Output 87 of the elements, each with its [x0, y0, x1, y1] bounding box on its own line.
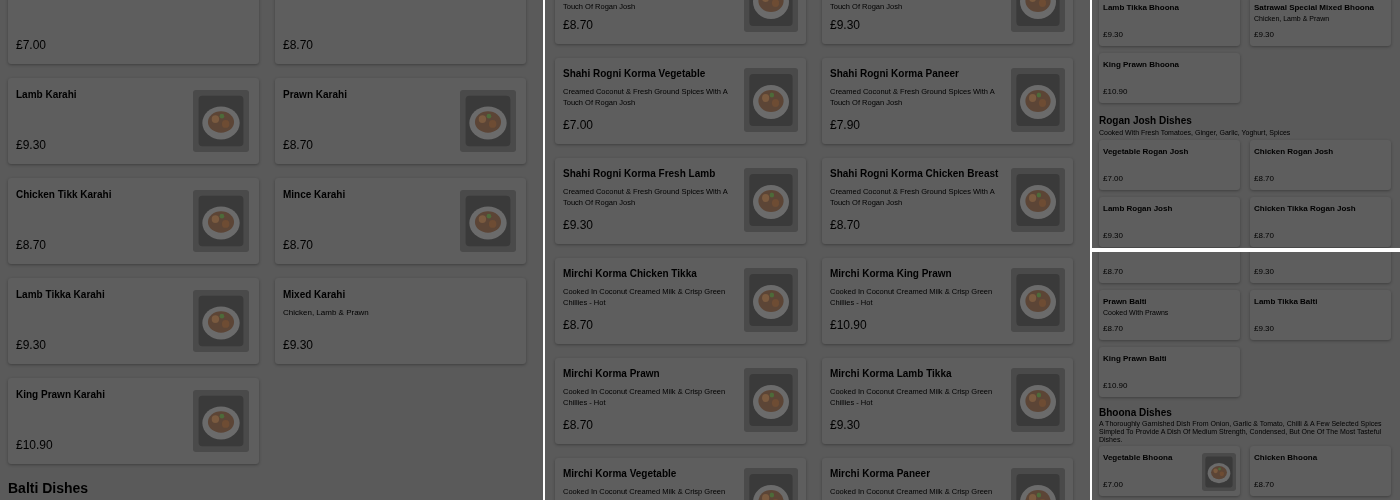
item-price: £8.70	[563, 417, 595, 434]
item-price: £10.90	[1103, 86, 1129, 98]
item-name: Mince Karahi	[283, 188, 347, 202]
item-name: Lamb Tikka Karahi	[16, 288, 106, 302]
item-name: King Prawn Karahi	[16, 388, 106, 402]
item-name: Lamb Tikka Bhoona	[1103, 2, 1180, 14]
item-name: Prawn Balti	[1103, 296, 1148, 308]
section-heading: Bhoona Dishes	[1099, 406, 1173, 420]
item-price: £9.30	[16, 337, 48, 354]
item-name: Vegetable Bhoona	[1103, 452, 1174, 464]
item-name: Chicken Rogan Josh	[1254, 146, 1335, 158]
item-price: £8.70	[16, 237, 48, 254]
menu-item-card[interactable]: Mixed Karahi Chicken, Lamb & Prawn £9.30	[275, 278, 526, 364]
item-price: £7.00	[563, 117, 595, 134]
menu-item-card[interactable]: Vegetable Rogan Josh £7.00	[1099, 140, 1240, 190]
item-name: Chicken Tikk Karahi	[16, 188, 113, 202]
item-price: £7.00	[1103, 173, 1125, 185]
menu-item-card[interactable]: King Prawn Balti £10.90	[1099, 347, 1240, 397]
item-description: Chicken, Lamb & Prawn	[283, 307, 370, 318]
menu-item-card[interactable]: King Prawn Karahi £10.90	[8, 378, 259, 464]
item-price: £9.30	[1254, 323, 1276, 335]
menu-item-card[interactable]: Lamb Karahi £9.30	[8, 78, 259, 164]
item-price: £9.30	[283, 337, 315, 354]
menu-item-card[interactable]: £7.00	[8, 0, 259, 64]
item-price: £9.30	[1103, 230, 1125, 242]
section-heading: Rogan Josh Dishes	[1099, 114, 1193, 128]
item-price: £9.30	[16, 137, 48, 154]
item-price: £8.70	[283, 37, 315, 54]
menu-item-card[interactable]: Chicken Rogan Josh £8.70	[1250, 140, 1391, 190]
menu-item-card[interactable]: King Prawn Bhoona £10.90	[1099, 53, 1240, 103]
item-name: Prawn Karahi	[283, 88, 348, 102]
item-price: £8.70	[1254, 479, 1276, 491]
menu-item-card[interactable]: Lamb Tikka Balti £9.30	[1250, 290, 1391, 340]
item-price: £10.90	[1103, 380, 1129, 392]
menu-item-card[interactable]: Chicken Tikk Karahi £8.70	[8, 178, 259, 264]
item-price: £9.30	[1254, 29, 1276, 41]
item-name: Mirchi Korma Paneer	[830, 467, 932, 481]
item-price: £9.30	[1254, 266, 1276, 278]
item-name: Shahi Rogni Korma Vegetable	[563, 67, 707, 81]
item-price: £8.70	[283, 237, 315, 254]
item-price: £8.70	[1254, 230, 1276, 242]
menu-item-card[interactable]: £8.70	[1099, 252, 1240, 283]
item-name: Chicken Tikka Rogan Josh	[1254, 203, 1357, 215]
item-name: Shahi Rogni Korma Paneer	[830, 67, 960, 81]
menu-item-card[interactable]: Mince Karahi £8.70	[275, 178, 526, 264]
item-name: Lamb Tikka Balti	[1254, 296, 1319, 308]
item-price: £7.90	[830, 117, 862, 134]
item-name: Mirchi Korma King Prawn	[830, 267, 953, 281]
menu-item-card[interactable]: Chicken Tikka Rogan Josh £8.70	[1250, 197, 1391, 247]
item-price: £9.30	[830, 17, 862, 34]
menu-item-card[interactable]: £9.30	[1250, 252, 1391, 283]
menu-item-card[interactable]: Lamb Rogan Josh £9.30	[1099, 197, 1240, 247]
item-price: £7.00	[1103, 479, 1125, 491]
item-name: Lamb Rogan Josh	[1103, 203, 1174, 215]
item-name: Mixed Karahi	[283, 288, 347, 302]
item-name: King Prawn Bhoona	[1103, 59, 1180, 71]
menu-item-card[interactable]: Lamb Tikka Bhoona £9.30	[1099, 0, 1240, 46]
item-price: £8.70	[1103, 266, 1125, 278]
item-price: £9.30	[830, 417, 862, 434]
item-price: £8.70	[830, 217, 862, 234]
menu-item-card[interactable]: £8.70	[275, 0, 526, 64]
item-name: Shahi Rogni Korma Chicken Breast	[830, 167, 1000, 181]
item-price: £9.30	[563, 217, 595, 234]
menu-item-card[interactable]: Chicken Bhoona £8.70	[1250, 446, 1391, 496]
item-price: £8.70	[283, 137, 315, 154]
item-name: Vegetable Rogan Josh	[1103, 146, 1190, 158]
item-name: Mirchi Korma Lamb Tikka	[830, 367, 953, 381]
menu-item-card[interactable]: Prawn Karahi £8.70	[275, 78, 526, 164]
menu-item-card[interactable]: Lamb Tikka Karahi £9.30	[8, 278, 259, 364]
item-name: Mirchi Korma Chicken Tikka	[563, 267, 698, 281]
item-name: Mirchi Korma Vegetable	[563, 467, 678, 481]
item-name: Satrawal Special Mixed Bhoona	[1254, 2, 1376, 14]
item-name: King Prawn Balti	[1103, 353, 1168, 365]
item-price: £8.70	[1103, 323, 1125, 335]
item-name: Lamb Karahi	[16, 88, 78, 102]
section-heading: Balti Dishes	[8, 480, 90, 496]
item-price: £8.70	[1254, 173, 1276, 185]
item-name: Chicken Bhoona	[1254, 452, 1319, 464]
item-price: £10.90	[16, 437, 54, 454]
item-price: £10.90	[830, 317, 868, 334]
item-price: £8.70	[563, 17, 595, 34]
item-price: £8.70	[563, 317, 595, 334]
menu-item-card[interactable]: Vegetable Bhoona £7.00	[1099, 446, 1240, 496]
item-name: Shahi Rogni Korma Fresh Lamb	[563, 167, 717, 181]
item-price: £9.30	[1103, 29, 1125, 41]
item-price: £7.00	[16, 37, 48, 54]
item-name: Mirchi Korma Prawn	[563, 367, 661, 381]
